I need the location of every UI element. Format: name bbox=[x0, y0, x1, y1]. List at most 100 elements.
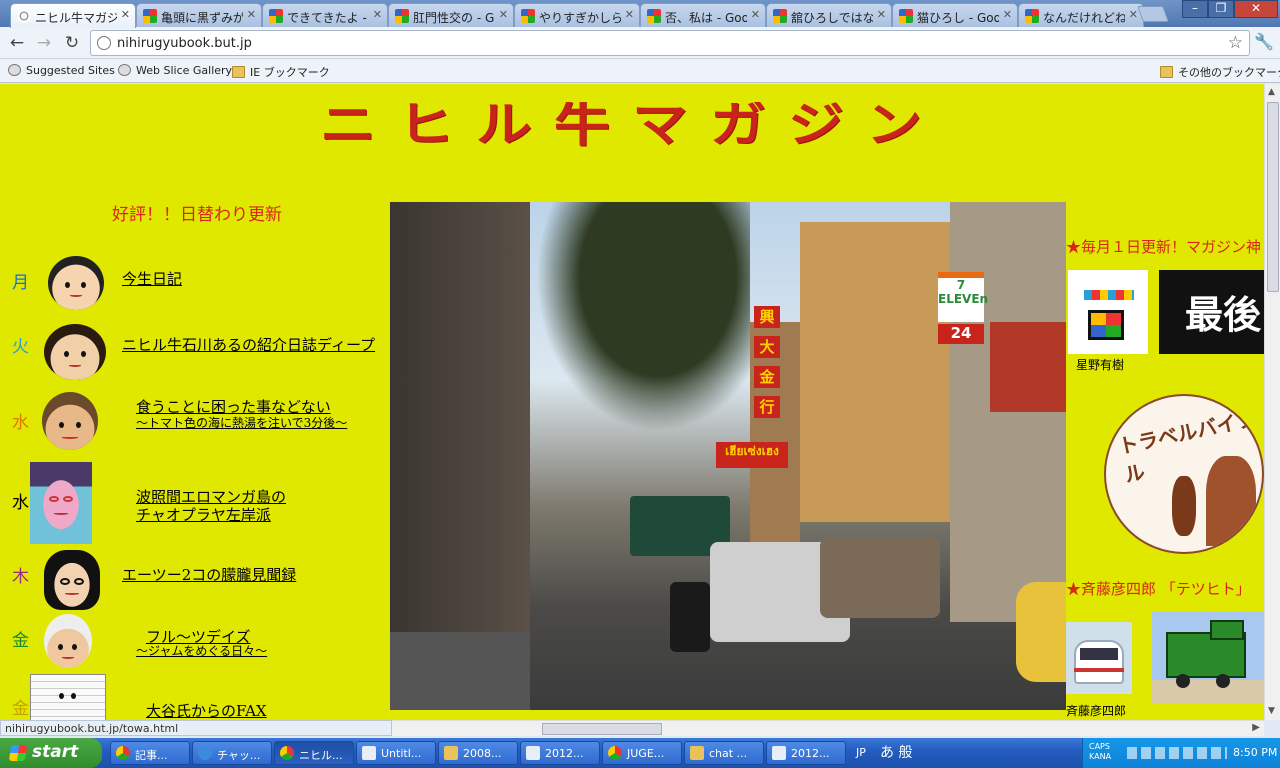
close-icon[interactable]: ✕ bbox=[247, 8, 256, 21]
new-tab-button[interactable] bbox=[1137, 6, 1169, 22]
tab-search-3[interactable]: 肛門性交の - Go ✕ bbox=[388, 3, 514, 27]
close-icon[interactable]: ✕ bbox=[751, 8, 760, 21]
minimize-button[interactable]: – bbox=[1182, 0, 1208, 18]
fax-image[interactable] bbox=[30, 674, 106, 720]
task-label: ニヒル... bbox=[299, 749, 343, 762]
author-hoshino[interactable]: 星野有樹 bbox=[1076, 356, 1124, 373]
hoshino-thumbnail[interactable] bbox=[1068, 270, 1148, 354]
back-icon[interactable]: ← bbox=[6, 32, 28, 54]
address-bar[interactable]: ☆ bbox=[90, 30, 1250, 56]
day-thursday: 木 bbox=[12, 567, 29, 587]
page-icon bbox=[17, 9, 31, 23]
close-icon[interactable]: ✕ bbox=[1003, 8, 1012, 21]
tab-title: やりすぎかしら - bbox=[539, 11, 621, 25]
url-input[interactable] bbox=[117, 34, 1217, 52]
tab-search-5[interactable]: 否、私は - Goog ✕ bbox=[640, 3, 766, 27]
task-ie[interactable]: チャッ... bbox=[192, 741, 272, 765]
scroll-thumb[interactable] bbox=[1267, 102, 1279, 292]
column-link-fax[interactable]: 大谷氏からのFAX bbox=[146, 700, 267, 720]
tab-title: できてきたよ - Go bbox=[287, 11, 369, 25]
window-close-button[interactable]: ✕ bbox=[1234, 0, 1278, 18]
horizontal-scrollbar[interactable]: ▶ bbox=[392, 720, 1264, 736]
tab-search-6[interactable]: 舘ひろしではなく ✕ bbox=[766, 3, 892, 27]
reload-icon[interactable]: ↻ bbox=[61, 32, 83, 54]
photo-sign-char: 大 bbox=[754, 336, 780, 358]
tab-search-4[interactable]: やりすぎかしら - ✕ bbox=[514, 3, 640, 27]
tab-search-8[interactable]: なんだけれどね。 ✕ bbox=[1018, 3, 1144, 27]
bookmark-suggested-sites[interactable]: Suggested Sites bbox=[8, 64, 115, 77]
google-icon bbox=[269, 9, 283, 23]
close-icon[interactable]: ✕ bbox=[121, 8, 130, 21]
bookmark-web-slice-gallery[interactable]: Web Slice Gallery bbox=[118, 64, 232, 77]
wrench-menu-icon[interactable]: 🔧 bbox=[1254, 32, 1274, 51]
close-icon[interactable]: ✕ bbox=[499, 8, 508, 21]
bookmark-label: Suggested Sites bbox=[26, 64, 115, 77]
bookmark-ie-folder[interactable]: IE ブックマーク bbox=[232, 64, 330, 80]
google-icon bbox=[395, 9, 409, 23]
tray-icons[interactable] bbox=[1127, 747, 1227, 759]
task-chrome-active[interactable]: ニヒル... bbox=[274, 741, 354, 765]
forward-icon[interactable]: → bbox=[33, 32, 55, 54]
column-link-monday[interactable]: 今生日記 bbox=[122, 268, 182, 289]
scroll-down-icon[interactable]: ▼ bbox=[1268, 706, 1275, 716]
task-chrome-juge[interactable]: JUGE... bbox=[602, 741, 682, 765]
train-thumbnail[interactable] bbox=[1066, 622, 1132, 694]
scroll-thumb[interactable] bbox=[542, 723, 662, 735]
photo-sign-char: 金 bbox=[754, 366, 780, 388]
close-icon[interactable]: ✕ bbox=[625, 8, 634, 21]
task-label: 2012... bbox=[545, 747, 584, 760]
clock[interactable]: 8:50 PM bbox=[1233, 746, 1277, 759]
author-saito[interactable]: 斉藤彦四郎 bbox=[1066, 702, 1126, 719]
column-link-tuesday[interactable]: ニヒル牛石川あるの紹介日誌ディープ bbox=[122, 334, 375, 355]
column-subtitle-wednesday[interactable]: ～トマト色の海に熱湯を注いで3分後～ bbox=[136, 414, 347, 431]
chrome-icon bbox=[280, 746, 294, 760]
chrome-icon bbox=[608, 746, 622, 760]
scroll-right-icon[interactable]: ▶ bbox=[1252, 722, 1260, 733]
photo-sign-char: 行 bbox=[754, 396, 780, 418]
language-indicator[interactable]: JP bbox=[856, 746, 866, 759]
avatar[interactable] bbox=[42, 392, 98, 450]
tab-search-1[interactable]: 亀頭に黒ずみが ✕ bbox=[136, 3, 262, 27]
travel-bible-badge[interactable]: トラベルバイブル bbox=[1104, 394, 1264, 554]
column-subtitle-wednesday-2[interactable]: チャオプラヤ左岸派 bbox=[136, 504, 271, 525]
tab-nihirugyu[interactable]: ニヒル牛マガジン ✕ bbox=[10, 3, 136, 28]
tab-search-2[interactable]: できてきたよ - Go ✕ bbox=[262, 3, 388, 27]
google-icon bbox=[647, 9, 661, 23]
street-photo[interactable]: 7 ELEVEn 24 興 大 金 行 เฮียเซ่งเฮง bbox=[390, 202, 1066, 710]
close-icon[interactable]: ✕ bbox=[877, 8, 886, 21]
avatar[interactable] bbox=[44, 550, 100, 610]
vertical-scrollbar[interactable]: ▲ ▼ bbox=[1264, 84, 1280, 720]
maximize-button[interactable]: ❐ bbox=[1208, 0, 1234, 18]
close-icon[interactable]: ✕ bbox=[373, 8, 382, 21]
task-chrome-1[interactable]: 記事... bbox=[110, 741, 190, 765]
ime-indicator[interactable]: あ 般 bbox=[880, 742, 912, 762]
task-doc-2012[interactable]: 2012... bbox=[520, 741, 600, 765]
task-doc-2012-b[interactable]: 2012... bbox=[766, 741, 846, 765]
task-folder-2008[interactable]: 2008... bbox=[438, 741, 518, 765]
avatar[interactable] bbox=[44, 614, 92, 668]
avatar[interactable] bbox=[30, 462, 92, 544]
other-bookmarks[interactable]: その他のブックマーク bbox=[1160, 64, 1280, 80]
bookmarks-bar: Suggested Sites Web Slice Gallery IE ブック… bbox=[0, 59, 1280, 83]
column-subtitle-friday[interactable]: ～ジャムをめぐる日々～ bbox=[136, 642, 267, 659]
locomotive-illustration[interactable] bbox=[1152, 612, 1264, 704]
caps-indicator: CAPS KANA bbox=[1089, 742, 1111, 762]
bookmark-label: Web Slice Gallery bbox=[136, 64, 233, 77]
last-banner[interactable]: 最後 bbox=[1159, 270, 1264, 354]
site-logo[interactable]: ニヒル牛マガジン bbox=[320, 102, 1065, 150]
start-button[interactable]: start bbox=[0, 738, 102, 768]
photo-sign-char: 興 bbox=[754, 306, 780, 328]
tab-search-7[interactable]: 猫ひろし - Googl ✕ bbox=[892, 3, 1018, 27]
close-icon[interactable]: ✕ bbox=[1129, 8, 1138, 21]
task-untitled[interactable]: Untitl... bbox=[356, 741, 436, 765]
scroll-up-icon[interactable]: ▲ bbox=[1268, 87, 1275, 97]
avatar[interactable] bbox=[44, 324, 106, 380]
google-icon bbox=[899, 9, 913, 23]
task-chat[interactable]: chat ... bbox=[684, 741, 764, 765]
kana-label: KANA bbox=[1089, 752, 1112, 761]
avatar[interactable] bbox=[48, 256, 104, 310]
column-link-thursday[interactable]: エーツー2コの朦朧見聞録 bbox=[122, 564, 296, 585]
tab-strip: ニヒル牛マガジン ✕ 亀頭に黒ずみが ✕ できてきたよ - Go ✕ 肛門性交の… bbox=[0, 0, 1280, 28]
bookmark-star-icon[interactable]: ☆ bbox=[1228, 33, 1243, 53]
status-url: nihirugyubook.but.jp/towa.html bbox=[0, 720, 392, 736]
